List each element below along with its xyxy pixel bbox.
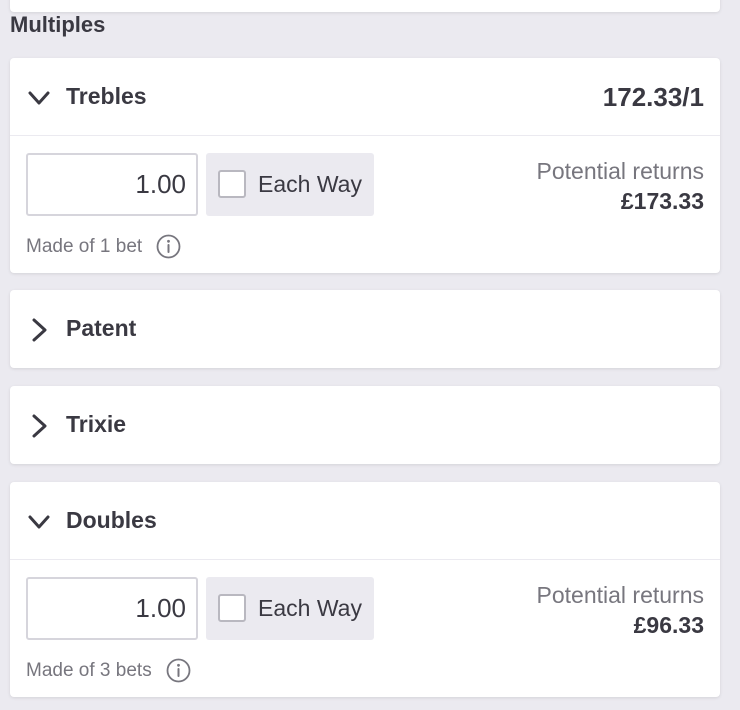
info-icon[interactable] (156, 234, 181, 259)
previous-card-edge (10, 0, 720, 12)
each-way-toggle[interactable]: Each Way (206, 153, 374, 216)
card-body-trebles: Each Way Potential returns £173.33 Made … (10, 136, 720, 273)
multiple-card-doubles: Doubles Each Way Potential returns £96.3… (10, 482, 720, 697)
card-header-patent[interactable]: Patent (10, 290, 720, 368)
each-way-label: Each Way (258, 171, 362, 197)
made-of-text: Made of 3 bets (26, 659, 152, 681)
bet-odds: 172.33/1 (602, 82, 704, 112)
made-of-text: Made of 1 bet (26, 235, 143, 257)
multiple-card-trebles: Trebles 172.33/1 Each Way Potential retu… (10, 58, 720, 273)
bet-type-name: Trebles (66, 83, 147, 109)
chevron-right-icon[interactable] (26, 317, 52, 343)
each-way-label: Each Way (258, 595, 362, 621)
chevron-down-icon[interactable] (26, 509, 52, 535)
each-way-checkbox[interactable] (218, 594, 246, 622)
potential-returns-value: £173.33 (620, 188, 704, 214)
chevron-right-icon[interactable] (26, 413, 52, 439)
multiple-card-patent: Patent (10, 290, 720, 368)
multiple-card-trixie: Trixie (10, 386, 720, 464)
bet-type-name: Patent (66, 315, 137, 341)
each-way-toggle[interactable]: Each Way (206, 577, 374, 640)
card-header-trebles[interactable]: Trebles 172.33/1 (10, 58, 720, 136)
section-title: Multiples (10, 12, 106, 37)
bet-type-name: Doubles (66, 507, 157, 533)
potential-returns-label: Potential returns (536, 582, 704, 608)
made-of-bets: Made of 1 bet (26, 234, 181, 259)
card-header-trixie[interactable]: Trixie (10, 386, 720, 464)
potential-returns-label: Potential returns (536, 158, 704, 184)
stake-input[interactable] (26, 577, 198, 640)
stake-input[interactable] (26, 153, 198, 216)
card-body-doubles: Each Way Potential returns £96.33 Made o… (10, 560, 720, 697)
chevron-down-icon[interactable] (26, 85, 52, 111)
multiples-panel: Multiples Trebles 172.33/1 Each Way Pote… (0, 0, 740, 710)
each-way-checkbox[interactable] (218, 170, 246, 198)
made-of-bets: Made of 3 bets (26, 658, 191, 683)
bet-type-name: Trixie (66, 411, 127, 437)
info-icon[interactable] (166, 658, 191, 683)
card-header-doubles[interactable]: Doubles (10, 482, 720, 560)
potential-returns-value: £96.33 (633, 612, 704, 638)
